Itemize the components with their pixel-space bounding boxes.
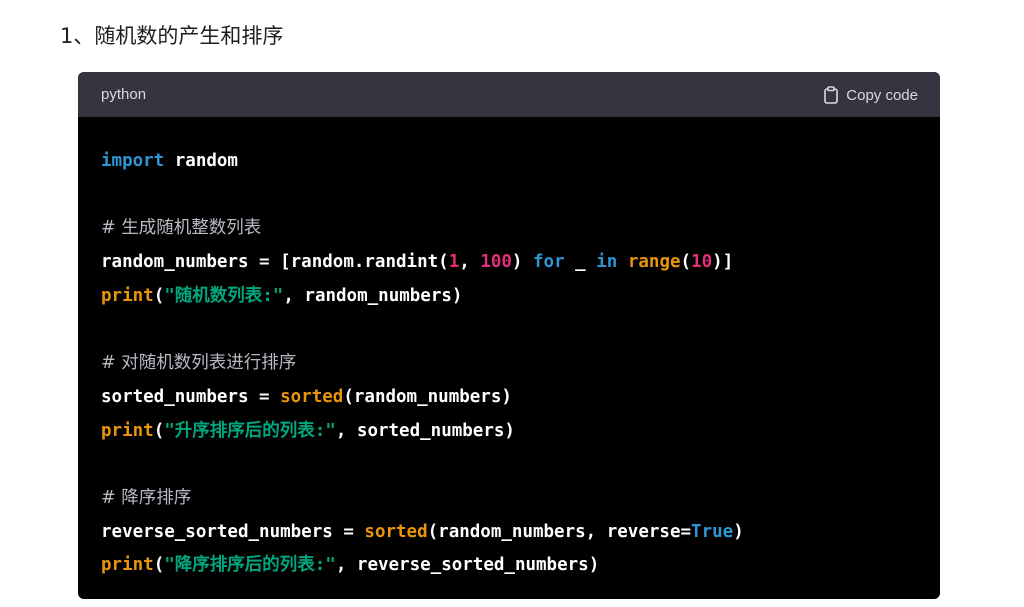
code-token-plain: , random_numbers): [283, 285, 463, 306]
code-token-comment: # 降序排序: [101, 487, 192, 508]
code-line: # 降序排序: [101, 482, 940, 516]
code-block: python Copy code import random # 生成随机整数列…: [78, 72, 940, 599]
copy-code-button[interactable]: Copy code: [823, 83, 918, 107]
code-line: # 生成随机整数列表: [101, 212, 940, 246]
code-token-plain: ): [511, 252, 533, 273]
code-token-builtin: range: [627, 252, 681, 273]
code-language-label: python: [101, 86, 147, 103]
code-token-builtin: print: [101, 420, 154, 441]
code-token-string: "随机数列表:": [164, 285, 284, 306]
code-token-comment: # 生成随机整数列表: [101, 218, 262, 239]
code-token-plain: (random_numbers): [343, 386, 512, 407]
code-token-plain: , sorted_numbers): [335, 420, 515, 441]
code-token-string: "降序排序后的列表:": [164, 555, 336, 576]
code-line: # 对随机数列表进行排序: [101, 347, 940, 381]
code-token-plain: ,: [459, 252, 481, 273]
code-line: reverse_sorted_numbers = sorted(random_n…: [101, 516, 940, 550]
code-token-keyword: import: [101, 151, 165, 171]
code-token-plain: sorted_numbers =: [101, 386, 281, 407]
code-token-comment: # 对随机数列表进行排序: [101, 353, 297, 374]
code-token-number: 10: [691, 252, 713, 273]
code-content: import random # 生成随机整数列表 random_numbers =…: [78, 117, 940, 583]
code-line: print("降序排序后的列表:", reverse_sorted_number…: [101, 549, 940, 583]
code-token-string: "升序排序后的列表:": [164, 420, 336, 441]
code-token-plain: random: [164, 151, 238, 171]
code-block-header: python Copy code: [78, 72, 940, 117]
code-token-plain: (random_numbers, reverse=: [427, 521, 692, 542]
code-token-number: 1: [448, 252, 460, 273]
section-heading: 1、随机数的产生和排序: [60, 24, 284, 48]
clipboard-icon: [823, 86, 839, 104]
code-token-keyword: in: [596, 252, 618, 273]
code-token-plain: (: [153, 555, 165, 576]
code-token-builtin: sorted: [280, 386, 344, 407]
code-token-plain: reverse_sorted_numbers =: [101, 521, 365, 542]
code-line: random_numbers = [random.randint(1, 100)…: [101, 246, 940, 280]
code-token-plain: random_numbers = [random.randint(: [101, 252, 449, 273]
code-token-const: True: [691, 521, 734, 542]
code-token-plain: (: [680, 252, 692, 273]
code-line: print("升序排序后的列表:", sorted_numbers): [101, 415, 940, 449]
code-token-plain: ): [733, 521, 744, 542]
code-token-builtin: print: [101, 555, 154, 576]
code-token-plain: (: [153, 420, 165, 441]
code-token-builtin: print: [101, 285, 154, 306]
copy-code-label: Copy code: [846, 86, 918, 104]
code-token-keyword: for: [533, 252, 565, 273]
code-token-plain: _: [564, 252, 597, 273]
code-token-plain: , reverse_sorted_numbers): [335, 555, 600, 576]
code-token-plain: (: [153, 285, 165, 306]
code-line: print("随机数列表:", random_numbers): [101, 280, 940, 314]
code-token-builtin: sorted: [364, 521, 428, 542]
code-token-number: 100: [480, 252, 512, 273]
code-token-plain: )]: [712, 252, 734, 273]
code-line: sorted_numbers = sorted(random_numbers): [101, 381, 940, 415]
code-line: import random: [101, 145, 940, 179]
